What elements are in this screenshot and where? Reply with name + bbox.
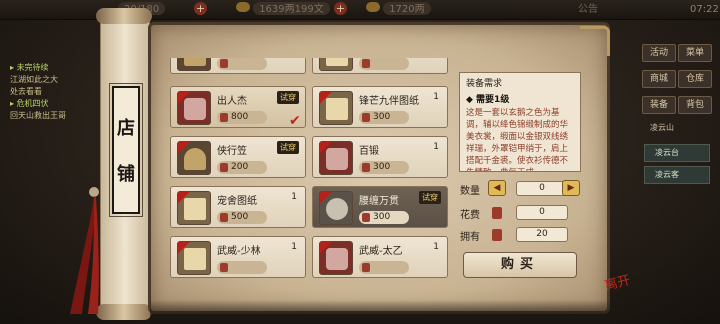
armor-icon	[319, 141, 353, 175]
game-screen: 20/180 + 1639两199文 + 1720两 公告 07:22 ▸ 未完…	[0, 0, 720, 324]
scroll-icon	[177, 241, 211, 275]
buy-button[interactable]: 购买	[463, 252, 577, 278]
cost-value: 0	[516, 205, 568, 220]
panel-ornament	[580, 26, 610, 56]
item-price	[359, 261, 409, 274]
item-name: 宠舍图纸	[217, 196, 257, 207]
shop-item-7[interactable]: 腰缠万贯 试穿 300	[312, 186, 448, 228]
selected-check-icon: ✔	[289, 113, 301, 129]
item-quantity: 1	[433, 92, 439, 102]
item-price: 300	[359, 161, 409, 174]
silver-icon	[236, 2, 250, 12]
shop-title: 店铺	[109, 83, 143, 217]
menu-button[interactable]: 菜单	[678, 44, 712, 62]
scroll-icon	[319, 91, 353, 125]
item-name: 锋芒九伴图纸	[359, 96, 419, 107]
item-price: 500	[217, 211, 267, 224]
gold-icon	[366, 2, 380, 12]
item-quantity: 1	[291, 242, 297, 252]
coin-icon	[492, 207, 502, 219]
hat-icon	[177, 141, 211, 175]
increase-quantity-button[interactable]: ▶	[562, 180, 580, 196]
sword-icon	[319, 191, 353, 225]
shop-item-0[interactable]: 2	[170, 58, 306, 74]
item-price	[217, 261, 267, 274]
scroll-icon	[319, 58, 353, 71]
try-on-badge[interactable]: 试穿	[419, 191, 441, 204]
shop-item-2[interactable]: 出人杰 试穿 800 ✔	[170, 86, 306, 129]
owned-label: 拥有	[460, 232, 480, 243]
item-name: 百锻	[359, 146, 379, 157]
item-price: 200	[217, 161, 267, 174]
item-quantity: 1	[433, 242, 439, 252]
item-name: 武威-太乙	[359, 246, 403, 257]
hat-icon	[177, 58, 211, 71]
quantity-field[interactable]: 0	[516, 181, 568, 196]
shop-item-8[interactable]: 武威-少林 1	[170, 236, 306, 278]
location-item-1[interactable]: 凌云台	[644, 144, 710, 162]
location-label: 凌云山	[650, 123, 674, 132]
item-name: 出人杰	[217, 96, 247, 107]
mall-button[interactable]: 商城	[642, 70, 676, 88]
scroll-icon	[177, 191, 211, 225]
quest-tracker[interactable]: ▸ 未完待续 江湖如此之大 处去看看 ▸ 危机四伏 回天山救出王哥	[10, 62, 66, 122]
shop-item-grid[interactable]: 21出人杰试穿800✔锋芒九伴图纸1300侠行笠试穿200百锻1300宠舍图纸1…	[168, 58, 452, 320]
decrease-quantity-button[interactable]: ◀	[488, 180, 506, 196]
item-name: 武威-少林	[217, 246, 261, 257]
item-price: 300	[359, 111, 409, 124]
item-name: 腰缠万贯	[359, 196, 399, 207]
notice-button[interactable]: 公告	[578, 2, 598, 17]
currency-a-display: 1639两199文	[236, 2, 330, 17]
coin-icon	[492, 229, 502, 241]
clock: 07:22	[690, 4, 719, 15]
shop-item-3[interactable]: 锋芒九伴图纸 1 300	[312, 86, 448, 128]
warehouse-button[interactable]: 仓库	[678, 70, 712, 88]
activity-button[interactable]: 活动	[642, 44, 676, 62]
shop-item-1[interactable]: 1	[312, 58, 448, 74]
scroll-roll-top	[96, 8, 152, 24]
item-price: 800	[217, 111, 267, 124]
shop-item-6[interactable]: 宠舍图纸 1 500	[170, 186, 306, 228]
item-name: 侠行笠	[217, 146, 247, 157]
try-on-badge[interactable]: 试穿	[277, 141, 299, 154]
bag-button[interactable]: 背包	[678, 96, 712, 114]
equipment-button[interactable]: 装备	[642, 96, 676, 114]
tassel-icon	[70, 187, 99, 314]
currency-b-display: 1720两	[366, 2, 431, 17]
location-item-2[interactable]: 凌云客	[644, 166, 710, 184]
shop-item-4[interactable]: 侠行笠 试穿 200	[170, 136, 306, 178]
add-energy-button[interactable]: +	[194, 2, 207, 17]
item-price	[359, 58, 409, 70]
item-description[interactable]: 装备需求 ◆ 需要1级 这是一套以玄鹅之色为基调，辅以绛色锦缎制成的华美衣裳，缎…	[459, 72, 581, 172]
quantity-label: 数量	[460, 186, 480, 197]
armor-icon	[177, 91, 211, 125]
try-on-badge[interactable]: 试穿	[277, 91, 299, 104]
bottom-toolbar	[150, 300, 610, 324]
shop-item-9[interactable]: 武威-太乙 1	[312, 236, 448, 278]
item-price	[217, 58, 267, 70]
shop-item-5[interactable]: 百锻 1 300	[312, 136, 448, 178]
item-quantity: 1	[433, 142, 439, 152]
armor-icon	[319, 241, 353, 275]
add-currency-button[interactable]: +	[334, 2, 347, 17]
cost-label: 花费	[460, 210, 480, 221]
scroll-roll-bottom	[96, 304, 152, 320]
item-quantity: 1	[291, 192, 297, 202]
item-price: 300	[359, 211, 409, 224]
owned-value: 20	[516, 227, 568, 242]
